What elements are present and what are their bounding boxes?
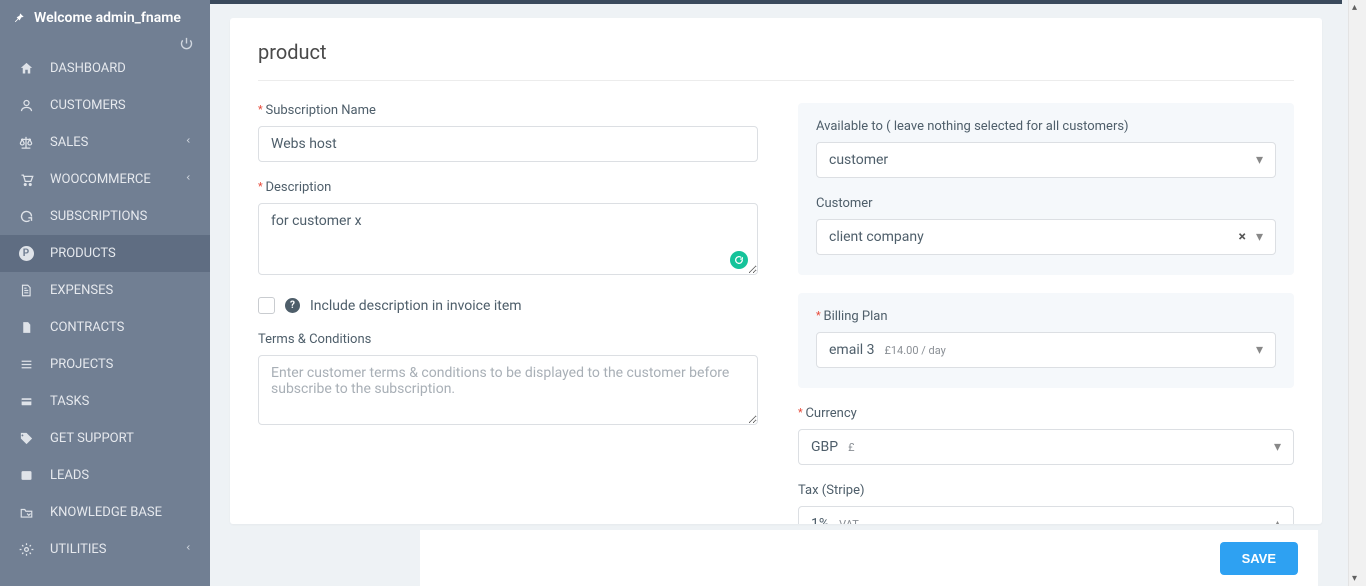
- sidebar-item-label: SALES: [50, 135, 88, 150]
- sidebar-item-label: GET SUPPORT: [50, 431, 134, 446]
- footer-bar: SAVE: [420, 530, 1318, 586]
- currency-label: Currency: [798, 406, 1294, 421]
- scrollbar[interactable]: ▴ ▾: [1348, 0, 1366, 586]
- billing-plan-select[interactable]: email 3 £14.00 / day ▾: [816, 332, 1276, 368]
- available-to-label: Available to ( leave nothing selected fo…: [816, 119, 1276, 134]
- available-to-select[interactable]: customer ▾: [816, 142, 1276, 178]
- availability-panel: Available to ( leave nothing selected fo…: [798, 103, 1294, 275]
- currency-value: GBP: [811, 439, 838, 455]
- nav-list: DASHBOARD CUSTOMERS SALES WOOCOMMERCE SUBSCR…: [0, 50, 210, 568]
- caret-down-icon: ▾: [1274, 439, 1281, 455]
- sidebar-header: Welcome admin_fname: [0, 0, 210, 32]
- doc-icon: [16, 320, 36, 335]
- billing-plan-value: email 3: [829, 342, 874, 358]
- sidebar-item-label: TASKS: [50, 394, 89, 409]
- terms-textarea[interactable]: [258, 355, 758, 425]
- sidebar-item-knowledge-base[interactable]: KNOWLEDGE BASE: [0, 494, 210, 531]
- right-column: Available to ( leave nothing selected fo…: [798, 103, 1294, 524]
- sidebar-item-dashboard[interactable]: DASHBOARD: [0, 50, 210, 87]
- leads-icon: [16, 468, 36, 483]
- user-icon: [16, 98, 36, 113]
- sidebar-item-label: EXPENSES: [50, 283, 113, 298]
- chevron-left-icon: [185, 135, 192, 150]
- include-description-row: ? Include description in invoice item: [258, 297, 758, 314]
- sidebar-item-contracts[interactable]: CONTRACTS: [0, 309, 210, 346]
- gear-icon: [16, 542, 36, 557]
- sidebar-item-label: WOOCOMMERCE: [50, 172, 151, 187]
- sidebar-item-projects[interactable]: PROJECTS: [0, 346, 210, 383]
- sidebar-item-get-support[interactable]: GET SUPPORT: [0, 420, 210, 457]
- scroll-up-icon[interactable]: ▴: [1352, 2, 1357, 13]
- sidebar: Welcome admin_fname DASHBOARD CUSTOMERS SA…: [0, 0, 210, 586]
- left-column: Subscription Name Description ? In: [258, 103, 758, 524]
- customer-label: Customer: [816, 196, 1276, 211]
- sidebar-item-expenses[interactable]: EXPENSES: [0, 272, 210, 309]
- top-strip: [210, 0, 1342, 4]
- card-icon: [16, 395, 36, 408]
- description-label: Description: [258, 180, 758, 195]
- bars-icon: [16, 358, 36, 371]
- file-icon: [16, 283, 36, 298]
- caret-down-icon: ▾: [1256, 229, 1263, 245]
- sidebar-item-utilities[interactable]: UTILITIES: [0, 531, 210, 568]
- billing-plan-label: Billing Plan: [816, 309, 1276, 324]
- sidebar-item-customers[interactable]: CUSTOMERS: [0, 87, 210, 124]
- sidebar-item-leads[interactable]: LEADS: [0, 457, 210, 494]
- folder-icon: [16, 506, 36, 520]
- sidebar-item-label: DASHBOARD: [50, 61, 126, 76]
- p-icon: P: [16, 246, 36, 261]
- content-card: product Subscription Name Description: [230, 18, 1322, 524]
- refresh-icon: [16, 209, 36, 224]
- pin-icon: [12, 11, 26, 25]
- description-textarea[interactable]: [258, 203, 758, 275]
- include-description-label: Include description in invoice item: [310, 298, 522, 314]
- clear-icon[interactable]: ×: [1239, 229, 1246, 245]
- caret-down-icon: ▾: [1256, 152, 1263, 168]
- caret-up-icon: ▴: [1274, 516, 1281, 524]
- tag-icon: [16, 431, 36, 446]
- scale-icon: [16, 135, 36, 150]
- save-button[interactable]: SAVE: [1220, 542, 1298, 575]
- welcome-text: Welcome admin_fname: [34, 10, 181, 26]
- currency-select[interactable]: GBP £ ▾: [798, 429, 1294, 465]
- caret-down-icon: ▾: [1256, 342, 1263, 358]
- customer-select[interactable]: client company × ▾: [816, 219, 1276, 255]
- customer-value: client company: [829, 229, 924, 245]
- sidebar-item-products[interactable]: P PRODUCTS: [0, 235, 210, 272]
- sidebar-item-label: UTILITIES: [50, 542, 106, 557]
- sidebar-item-woocommerce[interactable]: WOOCOMMERCE: [0, 161, 210, 198]
- sidebar-item-label: PRODUCTS: [50, 246, 116, 261]
- page-title: product: [258, 40, 1294, 81]
- main-area: product Subscription Name Description: [210, 0, 1342, 586]
- billing-plan-sub: £14.00 / day: [884, 344, 945, 357]
- info-icon[interactable]: ?: [285, 298, 300, 313]
- scroll-down-icon[interactable]: ▾: [1352, 573, 1357, 584]
- sidebar-item-subscriptions[interactable]: SUBSCRIPTIONS: [0, 198, 210, 235]
- include-description-checkbox[interactable]: [258, 297, 275, 314]
- sidebar-item-label: CONTRACTS: [50, 320, 124, 335]
- cart-icon: [16, 172, 36, 187]
- chevron-left-icon: [185, 542, 192, 557]
- sidebar-item-label: CUSTOMERS: [50, 98, 126, 113]
- sidebar-item-label: KNOWLEDGE BASE: [50, 505, 162, 520]
- subscription-name-input[interactable]: [258, 126, 758, 162]
- available-to-value: customer: [829, 152, 888, 168]
- sidebar-item-label: PROJECTS: [50, 357, 113, 372]
- home-icon: [16, 61, 36, 76]
- chevron-left-icon: [185, 172, 192, 187]
- tax-value: 1%: [811, 516, 829, 524]
- sidebar-item-label: SUBSCRIPTIONS: [50, 209, 147, 224]
- subscription-name-label: Subscription Name: [258, 103, 758, 118]
- terms-label: Terms & Conditions: [258, 332, 758, 347]
- sidebar-item-sales[interactable]: SALES: [0, 124, 210, 161]
- sidebar-item-label: LEADS: [50, 468, 89, 483]
- tax-label: Tax (Stripe): [798, 483, 1294, 498]
- billing-panel: Billing Plan email 3 £14.00 / day ▾: [798, 293, 1294, 388]
- tax-select[interactable]: 1% VAT ▴: [798, 506, 1294, 524]
- tax-sub: VAT: [839, 518, 859, 525]
- currency-sub: £: [848, 441, 854, 454]
- sidebar-item-tasks[interactable]: TASKS: [0, 383, 210, 420]
